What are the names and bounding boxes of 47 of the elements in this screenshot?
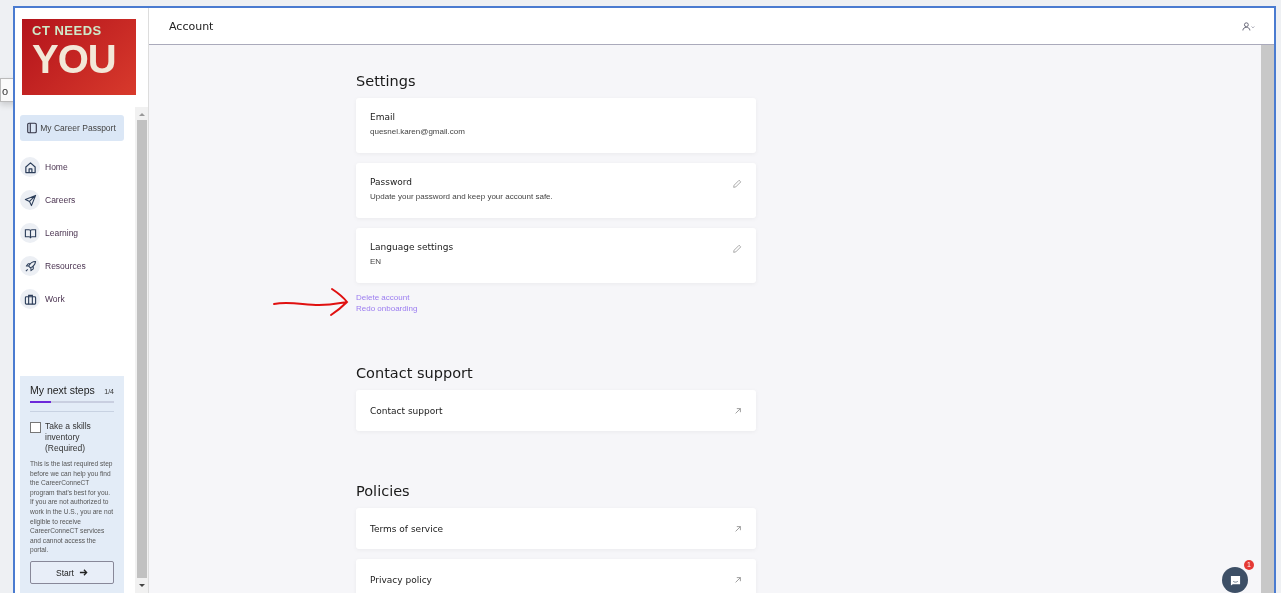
paper-plane-icon — [23, 193, 37, 207]
pencil-icon[interactable] — [732, 244, 742, 254]
link-card-label: Privacy policy — [370, 574, 432, 585]
external-arrow-icon — [734, 406, 742, 415]
setting-label: Email — [370, 112, 396, 122]
section-heading: Settings — [356, 73, 417, 89]
task-checkbox[interactable] — [30, 422, 41, 434]
user-icon — [1242, 21, 1256, 31]
page-scrollbar[interactable] — [1261, 45, 1274, 593]
nav-item[interactable]: Careers — [20, 189, 135, 211]
setting-label: Password — [370, 177, 414, 187]
section-heading: Policies — [356, 483, 411, 499]
section-heading: Contact support — [356, 365, 474, 381]
page-title: Account — [169, 19, 214, 33]
briefcase-icon — [23, 292, 37, 306]
pencil-icon[interactable] — [732, 179, 742, 189]
link-card[interactable]: Contact support — [356, 390, 756, 431]
settings-card[interactable]: Password Update your password and keep your account safe. — [356, 163, 756, 218]
link-card-label: Contact support — [370, 405, 443, 416]
career-passport-button[interactable]: My Career Passport — [20, 115, 124, 141]
link-card[interactable]: Privacy policy — [356, 559, 756, 593]
nav-item[interactable]: Work — [20, 288, 135, 310]
setting-label: Language settings — [370, 242, 454, 252]
start-button[interactable]: Start — [30, 561, 114, 584]
book-icon — [23, 226, 37, 240]
task-label: Take a skills inventory (Required) — [45, 421, 92, 455]
user-menu-button[interactable] — [1242, 21, 1256, 31]
home-icon — [23, 160, 37, 174]
settings-card[interactable]: Language settings EN — [356, 228, 756, 283]
link-card[interactable]: Terms of service — [356, 508, 756, 549]
nav-item[interactable]: Home — [20, 156, 135, 178]
arrow-right-icon — [78, 568, 88, 577]
sidebar-scrollbar[interactable] — [135, 107, 148, 593]
setting-value: EN — [370, 257, 383, 266]
link-card-label: Terms of service — [370, 523, 444, 534]
setting-value: Update your password and keep your account safe. — [370, 192, 553, 201]
campaign-logo: CT NEEDS YOU — [22, 19, 136, 95]
chat-icon — [1229, 574, 1241, 586]
nav-item[interactable]: Learning — [20, 222, 135, 244]
external-arrow-icon — [734, 524, 742, 533]
external-arrow-icon — [734, 575, 742, 584]
next-steps-title: My next steps — [30, 384, 95, 397]
rocket-icon — [23, 259, 37, 273]
notebook-icon — [26, 122, 38, 134]
setting-value: quesnel.karen@gmail.com — [370, 127, 465, 136]
chat-button[interactable] — [1222, 567, 1248, 593]
nav-item[interactable]: Resources — [20, 255, 135, 277]
